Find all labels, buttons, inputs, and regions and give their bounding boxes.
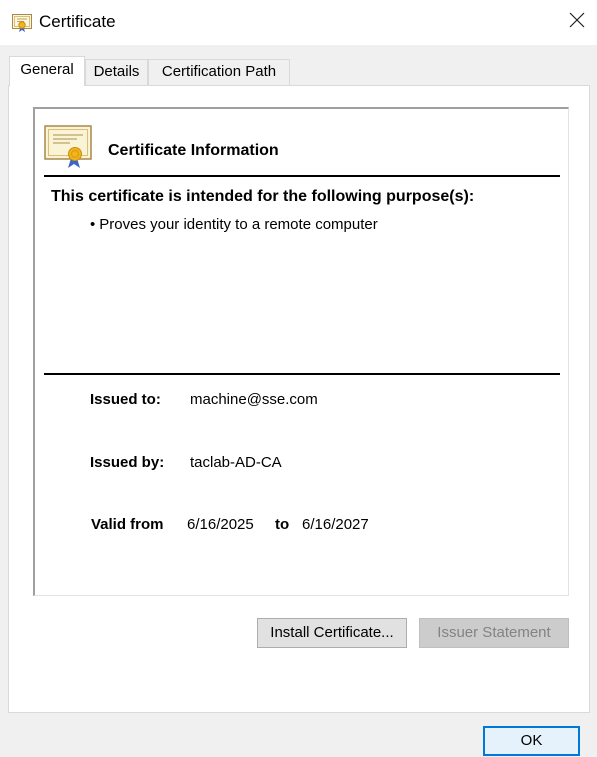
tab-general[interactable]: General — [9, 56, 85, 86]
valid-from-value: 6/16/2025 — [187, 516, 254, 533]
bullet: • — [90, 216, 96, 233]
tab-details[interactable]: Details — [85, 59, 148, 85]
ok-button[interactable]: OK — [483, 726, 580, 756]
issued-to-label: Issued to: — [90, 391, 161, 408]
general-tab-page: Certificate Information This certificate… — [8, 85, 590, 713]
close-icon — [569, 12, 585, 33]
certificate-icon — [12, 14, 32, 32]
install-certificate-button[interactable]: Install Certificate... — [257, 618, 407, 648]
divider — [44, 175, 560, 177]
certificate-info-heading: Certificate Information — [108, 142, 279, 159]
valid-to-label: to — [275, 516, 290, 533]
issued-by-label: Issued by: — [90, 454, 165, 471]
issued-to-value: machine@sse.com — [190, 391, 318, 408]
issued-by-value: taclab-AD-CA — [190, 454, 282, 471]
close-button[interactable] — [560, 5, 594, 39]
valid-from-label: Valid from — [91, 516, 164, 533]
window-title: Certificate — [39, 12, 116, 31]
title-bar: Certificate — [0, 0, 597, 45]
tab-certification-path[interactable]: Certification Path — [148, 59, 290, 85]
valid-to-value: 6/16/2027 — [302, 516, 369, 533]
certificate-icon — [44, 125, 94, 169]
purpose-list-item: • Proves your identity to a remote comput… — [90, 215, 378, 235]
issuer-statement-button: Issuer Statement — [419, 618, 569, 648]
purpose-text: Proves your identity to a remote compute… — [99, 216, 378, 233]
certificate-info-panel: Certificate Information This certificate… — [33, 107, 569, 596]
purpose-heading: This certificate is intended for the fol… — [51, 188, 475, 205]
divider — [44, 373, 560, 375]
